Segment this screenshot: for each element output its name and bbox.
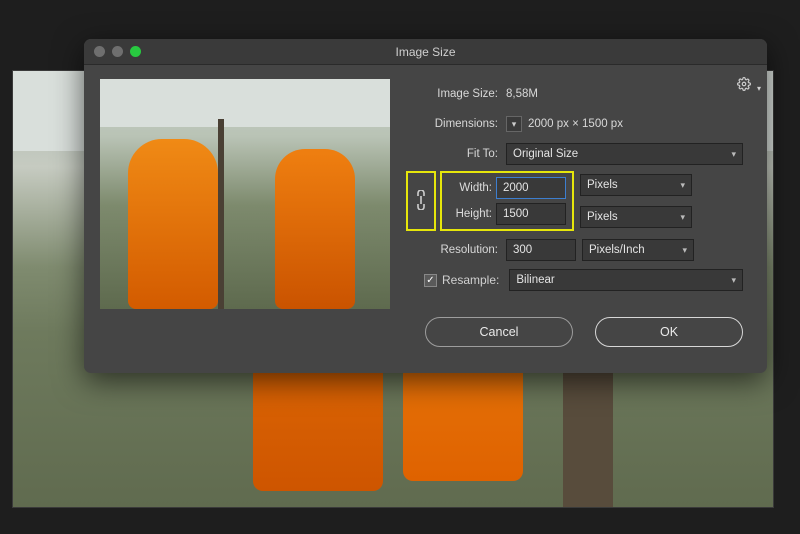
resolution-input[interactable] [506, 239, 576, 261]
resolution-unit-value: Pixels/Inch [589, 244, 645, 256]
dimensions-value: 2000 px × 1500 px [528, 118, 623, 130]
image-size-value: 8,58M [506, 88, 538, 100]
dimensions-flyout-icon[interactable]: ▾ [506, 116, 522, 132]
resample-label: Resample: [442, 273, 499, 287]
height-unit-select[interactable]: Pixels ▾ [580, 206, 692, 228]
height-input[interactable] [496, 203, 566, 225]
resolution-unit-select[interactable]: Pixels/Inch ▾ [582, 239, 694, 261]
width-label: Width: [448, 182, 492, 194]
resolution-label: Resolution: [406, 244, 498, 256]
fit-to-select[interactable]: Original Size ▾ [506, 143, 743, 165]
minimize-window-button[interactable] [112, 46, 123, 57]
fit-to-label: Fit To: [406, 148, 498, 160]
image-size-label: Image Size: [406, 88, 498, 100]
image-size-dialog: Image Size ▾ Image Size: 8,58M Dimensio [84, 39, 767, 373]
width-unit-value: Pixels [587, 179, 618, 191]
chevron-down-icon: ▾ [680, 212, 685, 223]
width-input[interactable] [496, 177, 566, 199]
ok-button-label: OK [660, 325, 678, 339]
preview-thumbnail [100, 79, 390, 309]
resample-method-value: Bilinear [516, 274, 554, 286]
height-label: Height: [448, 208, 492, 220]
height-unit-value: Pixels [587, 211, 618, 223]
dimension-fields-highlight: Width: Height: [440, 171, 574, 231]
ok-button[interactable]: OK [595, 317, 743, 347]
dimensions-label: Dimensions: [406, 118, 498, 130]
fit-to-value: Original Size [513, 148, 578, 160]
chevron-down-icon: ▾ [731, 275, 736, 286]
chevron-down-icon: ▾ [731, 149, 736, 160]
resample-checkbox[interactable]: ✓ [424, 274, 437, 287]
zoom-window-button[interactable] [130, 46, 141, 57]
cancel-button[interactable]: Cancel [425, 317, 573, 347]
cancel-button-label: Cancel [480, 325, 519, 339]
chevron-down-icon: ▾ [682, 245, 687, 256]
titlebar[interactable]: Image Size [84, 39, 767, 65]
window-controls [94, 46, 141, 57]
gear-icon[interactable]: ▾ [737, 77, 761, 94]
resample-method-select[interactable]: Bilinear ▾ [509, 269, 743, 291]
form-panel: ▾ Image Size: 8,58M Dimensions: ▾ 2000 p… [400, 65, 767, 373]
width-unit-select[interactable]: Pixels ▾ [580, 174, 692, 196]
close-window-button[interactable] [94, 46, 105, 57]
constrain-proportions-icon[interactable] [414, 190, 428, 213]
chevron-down-icon: ▾ [680, 180, 685, 191]
dialog-title: Image Size [84, 45, 767, 59]
constrain-link-highlight [406, 171, 436, 231]
